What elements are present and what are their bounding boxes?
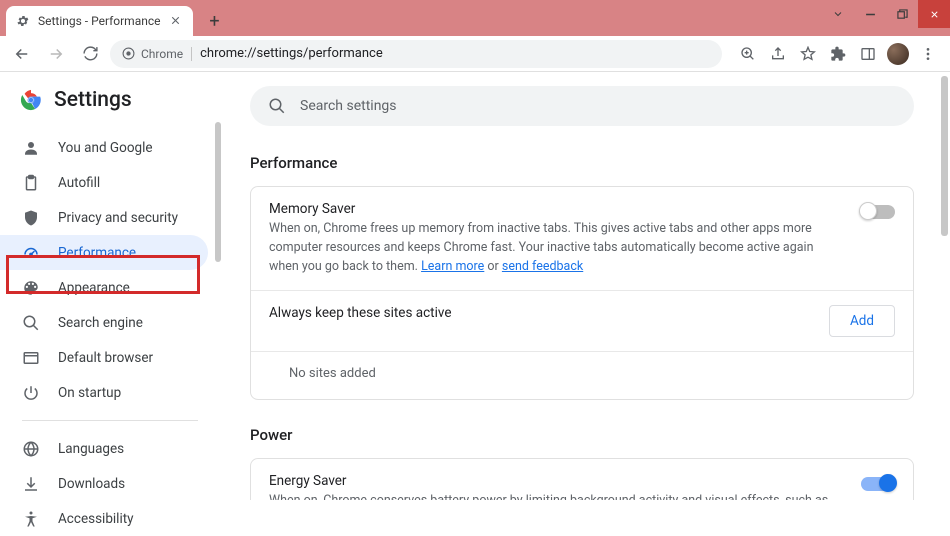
send-feedback-link[interactable]: send feedback <box>502 259 583 274</box>
url-text: chrome://settings/performance <box>200 46 383 61</box>
back-button[interactable] <box>8 40 36 68</box>
performance-card: Memory Saver When on, Chrome frees up me… <box>250 186 914 400</box>
sidebar-item-label: Privacy and security <box>58 210 178 226</box>
search-settings-input[interactable]: Search settings <box>250 86 914 126</box>
globe-icon <box>22 440 40 458</box>
sidebar-item-label: Accessibility <box>58 511 134 527</box>
section-title-performance: Performance <box>250 154 914 172</box>
search-icon <box>268 97 286 115</box>
profile-avatar[interactable] <box>884 40 912 68</box>
sidebar-item-privacy[interactable]: Privacy and security <box>0 200 208 235</box>
secure-label: Chrome <box>141 47 183 61</box>
no-sites-text: No sites added <box>251 352 913 399</box>
clipboard-icon <box>22 174 40 192</box>
speedometer-icon <box>22 244 40 262</box>
download-icon <box>22 475 40 493</box>
address-bar[interactable]: Chrome chrome://settings/performance <box>110 40 722 68</box>
window-controls <box>822 0 950 28</box>
share-icon[interactable] <box>764 40 792 68</box>
zoom-icon[interactable] <box>734 40 762 68</box>
menu-icon[interactable] <box>914 40 942 68</box>
sidebar-item-label: You and Google <box>58 140 153 156</box>
palette-icon <box>22 279 40 297</box>
sidebar-item-label: Autofill <box>58 175 100 191</box>
search-icon <box>22 314 40 332</box>
browser-titlebar: Settings - Performance + <box>0 0 950 36</box>
omnibox-divider <box>191 47 192 61</box>
sidebar-item-label: Appearance <box>58 280 130 296</box>
new-tab-button[interactable]: + <box>201 7 229 35</box>
browser-toolbar: Chrome chrome://settings/performance <box>0 36 950 72</box>
power-card: Energy Saver When on, Chrome conserves b… <box>250 458 914 500</box>
reload-button[interactable] <box>76 40 104 68</box>
add-site-button[interactable]: Add <box>829 305 895 337</box>
sidebar-item-accessibility[interactable]: Accessibility <box>0 501 208 536</box>
energy-saver-title: Energy Saver <box>269 473 843 489</box>
page-title: Settings <box>54 88 132 112</box>
sidebar-item-downloads[interactable]: Downloads <box>0 466 208 501</box>
sidebar-item-label: On startup <box>58 385 121 401</box>
section-title-power: Power <box>250 426 914 444</box>
sidebar-item-autofill[interactable]: Autofill <box>0 165 208 200</box>
memory-saver-desc: When on, Chrome frees up memory from ina… <box>269 220 843 276</box>
chrome-logo-icon <box>20 89 42 111</box>
sidebar-item-performance[interactable]: Performance <box>0 235 208 270</box>
learn-more-link[interactable]: Learn more <box>421 259 484 274</box>
forward-button[interactable] <box>42 40 70 68</box>
close-tab-icon[interactable] <box>169 14 183 28</box>
sidebar-item-you-and-google[interactable]: You and Google <box>0 130 208 165</box>
sidebar-item-search-engine[interactable]: Search engine <box>0 305 208 340</box>
site-info-icon[interactable]: Chrome <box>122 47 183 61</box>
close-window-button[interactable] <box>918 0 950 28</box>
maximize-button[interactable] <box>886 0 918 28</box>
sidebar-item-label: Performance <box>58 245 136 261</box>
browser-tab[interactable]: Settings - Performance <box>6 6 193 36</box>
search-placeholder: Search settings <box>300 98 397 114</box>
person-icon <box>22 139 40 157</box>
power-icon <box>22 384 40 402</box>
sidebar-item-on-startup[interactable]: On startup <box>0 375 208 410</box>
energy-saver-desc: When on, Chrome conserves battery power … <box>269 492 843 500</box>
memory-saver-toggle[interactable] <box>861 205 895 219</box>
accessibility-icon <box>22 510 40 528</box>
sidebar-item-label: Languages <box>58 441 124 457</box>
energy-saver-toggle[interactable] <box>861 477 895 491</box>
sidebar-item-languages[interactable]: Languages <box>0 431 208 466</box>
more-chevron-icon[interactable] <box>822 0 854 28</box>
settings-content: Search settings Performance Memory Saver… <box>220 72 950 500</box>
browser-icon <box>22 349 40 367</box>
always-active-title: Always keep these sites active <box>269 305 811 321</box>
settings-sidebar: Settings You and Google Autofill Privacy… <box>0 72 220 500</box>
memory-saver-title: Memory Saver <box>269 201 843 217</box>
extensions-icon[interactable] <box>824 40 852 68</box>
sidepanel-icon[interactable] <box>854 40 882 68</box>
bookmark-icon[interactable] <box>794 40 822 68</box>
tab-title: Settings - Performance <box>38 14 161 28</box>
shield-icon <box>22 209 40 227</box>
sidebar-item-label: Downloads <box>58 476 125 492</box>
sidebar-item-appearance[interactable]: Appearance <box>0 270 208 305</box>
content-scrollbar[interactable] <box>941 76 948 236</box>
sidebar-separator <box>22 420 198 421</box>
sidebar-item-label: Search engine <box>58 315 143 331</box>
minimize-button[interactable] <box>854 0 886 28</box>
sidebar-item-label: Default browser <box>58 350 153 366</box>
gear-icon <box>16 14 30 28</box>
sidebar-item-default-browser[interactable]: Default browser <box>0 340 208 375</box>
